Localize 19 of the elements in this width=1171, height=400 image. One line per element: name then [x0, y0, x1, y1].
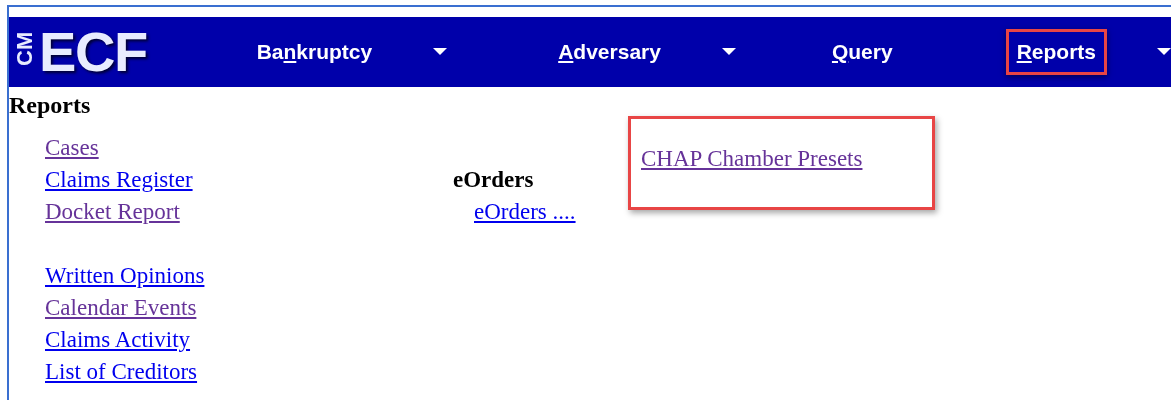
report-link[interactable]: Claims Activity [45, 324, 191, 356]
nav-menu-item[interactable]: Bankruptcy [245, 29, 384, 75]
caret-icon[interactable] [721, 48, 736, 56]
report-link[interactable]: Written Opinions [45, 260, 205, 292]
report-link[interactable]: Calendar Events [45, 292, 197, 324]
report-link[interactable]: List of Creditors [45, 356, 198, 388]
report-link[interactable]: CHAP Chamber Presets [641, 146, 863, 171]
caret-icon[interactable] [433, 48, 448, 56]
caret-icon[interactable] [1157, 48, 1171, 56]
nav-menu-item[interactable]: Adversary [547, 29, 672, 75]
nav-menu-item[interactable]: Reports [1005, 29, 1107, 75]
nav-menu-item[interactable]: Query [820, 29, 904, 75]
report-link[interactable]: Cases [45, 132, 99, 164]
page-title: Reports [9, 91, 92, 120]
cmecf-logo: CM ECF [11, 22, 148, 82]
eorders-link[interactable]: eOrders .... [474, 196, 576, 228]
report-link[interactable]: Docket Report [45, 196, 180, 228]
section-heading: eOrders [453, 166, 534, 194]
report-link[interactable]: Claims Register [45, 164, 193, 196]
